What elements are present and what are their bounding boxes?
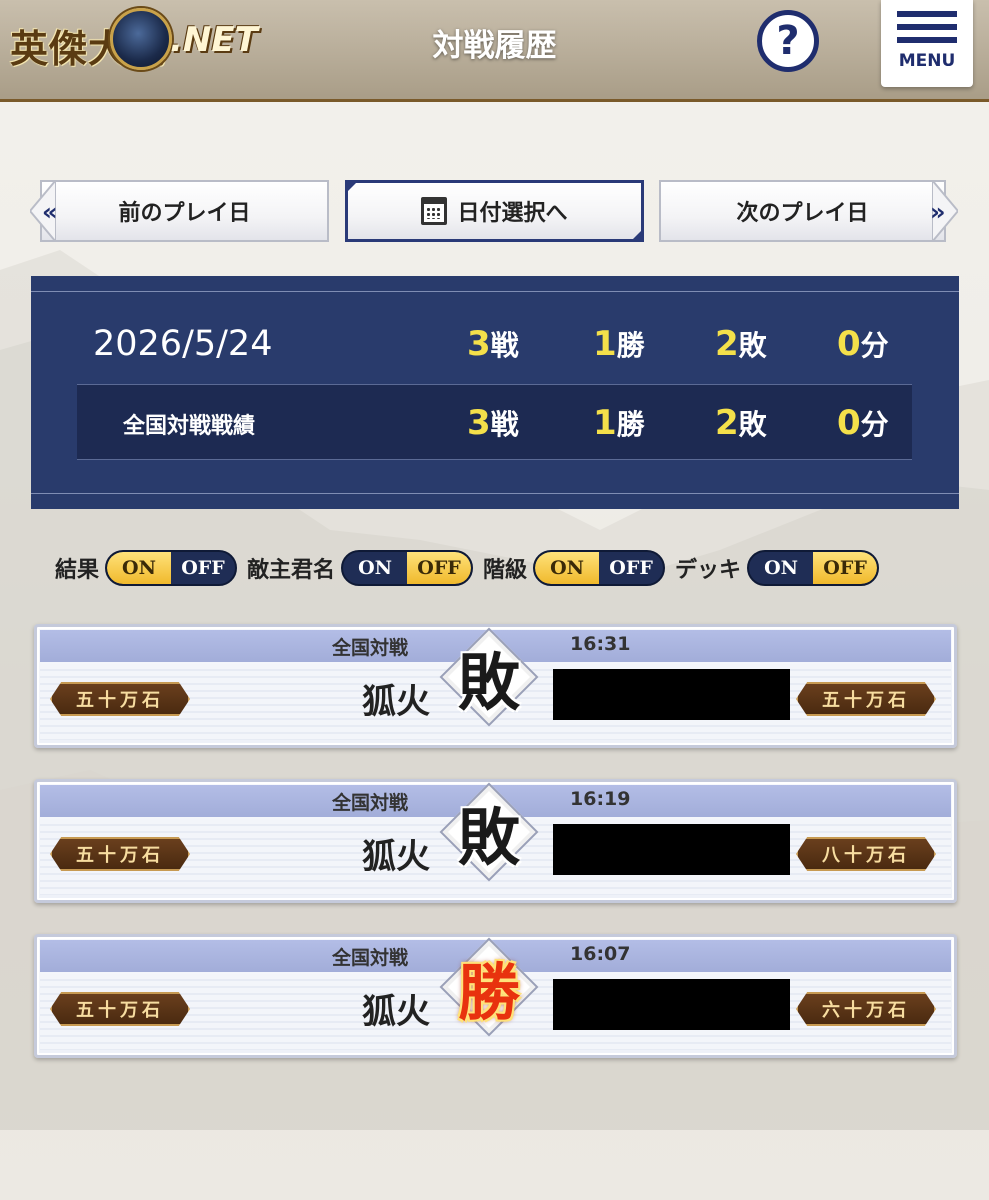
daily-battles-count: 3 <box>467 324 491 364</box>
record-date: 2026/5/24 <box>93 324 273 364</box>
svg-text:«: « <box>42 198 56 226</box>
daily-battles: 3戦 <box>467 324 519 364</box>
toggle-rank-label: 階級 <box>483 558 528 583</box>
battle-mode: 全国対戦 <box>332 792 409 814</box>
daily-battles-unit: 戦 <box>490 329 519 362</box>
toggle-result-off[interactable]: OFF <box>171 552 235 584</box>
opponent-rank-badge: 八十万石 <box>796 837 936 871</box>
toggle-deck-label: デッキ <box>675 558 742 583</box>
battle-card[interactable]: 全国対戦 16:07 五十万石 狐火 勝 六十万石 <box>34 934 957 1058</box>
date-select-label: 日付選択へ <box>457 201 568 226</box>
svg-text:»: » <box>932 198 946 226</box>
opponent-name-redacted <box>553 669 790 720</box>
daily-record-row: 2026/5/24 3戦 1勝 2敗 0分 <box>77 306 912 382</box>
my-rank-badge: 五十万石 <box>50 682 190 716</box>
daily-wins-count: 1 <box>593 324 617 364</box>
menu-button[interactable]: MENU <box>881 0 973 87</box>
battle-time: 16:07 <box>570 943 631 965</box>
daily-losses-unit: 敗 <box>738 329 767 362</box>
hamburger-icon-bar <box>897 24 957 30</box>
corner-ornament-icon <box>345 180 359 194</box>
toggle-enemy-name-label: 敵主君名 <box>247 558 336 583</box>
chevron-right-icon[interactable]: » <box>932 180 958 242</box>
toggle-rank-off[interactable]: OFF <box>599 552 663 584</box>
result-lose-icon: 敗 <box>457 646 520 719</box>
header-bar: 英傑大戦 .NET 対戦履歴 ? MENU <box>0 0 989 102</box>
toggle-deck-off[interactable]: OFF <box>813 552 878 584</box>
result-lose-icon: 敗 <box>457 801 520 874</box>
my-rank-badge: 五十万石 <box>50 837 190 871</box>
record-panel: 2026/5/24 3戦 1勝 2敗 0分 全国対戦戦績 3戦 1勝 2敗 0分 <box>31 276 959 509</box>
daily-draws: 0分 <box>837 324 889 364</box>
national-battles-unit: 戦 <box>490 408 519 441</box>
toggle-result-on[interactable]: ON <box>107 552 172 584</box>
toggle-enemy-name-on[interactable]: ON <box>343 552 407 584</box>
hamburger-icon <box>897 11 957 17</box>
battle-card[interactable]: 全国対戦 16:19 五十万石 狐火 敗 八十万石 <box>34 779 957 903</box>
battle-time: 16:31 <box>570 633 631 655</box>
help-glyph: ? <box>776 18 800 64</box>
help-icon[interactable]: ? <box>757 10 819 72</box>
national-draws: 0分 <box>837 403 889 443</box>
page-title: 対戦履歴 <box>432 28 557 64</box>
toggle-deck-on[interactable]: ON <box>749 552 813 584</box>
national-wins-unit: 勝 <box>616 408 645 441</box>
toggle-result[interactable]: ON OFF <box>105 550 238 586</box>
daily-draws-count: 0 <box>837 324 861 364</box>
toggle-deck[interactable]: ON OFF <box>747 550 880 586</box>
opponent-rank-badge: 六十万石 <box>796 992 936 1026</box>
daily-draws-unit: 分 <box>860 329 889 362</box>
toggle-enemy-name-off[interactable]: OFF <box>407 552 472 584</box>
national-record-row: 全国対戦戦績 3戦 1勝 2敗 0分 <box>77 384 912 460</box>
battle-mode: 全国対戦 <box>332 637 409 659</box>
opponent-name-redacted <box>553 824 790 875</box>
display-toggles: 結果 ON OFF 敵主君名 ON OFF 階級 ON OFF デッキ ON O… <box>55 548 889 588</box>
opponent-rank-badge: 五十万石 <box>796 682 936 716</box>
national-battles-count: 3 <box>467 403 491 443</box>
daily-losses-count: 2 <box>715 324 739 364</box>
calendar-icon <box>421 197 448 225</box>
national-losses-count: 2 <box>715 403 739 443</box>
result-win-icon: 勝 <box>457 956 520 1029</box>
national-draws-unit: 分 <box>860 408 889 441</box>
national-draws-count: 0 <box>837 403 861 443</box>
national-wins: 1勝 <box>593 403 645 443</box>
divider <box>31 291 959 292</box>
opponent-name-redacted <box>553 979 790 1030</box>
player-name: 狐火 <box>362 837 430 877</box>
corner-ornament-icon <box>630 228 644 242</box>
battle-mode: 全国対戦 <box>332 947 409 969</box>
battle-time: 16:19 <box>570 788 631 810</box>
national-losses-unit: 敗 <box>738 408 767 441</box>
national-losses: 2敗 <box>715 403 767 443</box>
hamburger-icon-bar <box>897 37 957 43</box>
my-rank-badge: 五十万石 <box>50 992 190 1026</box>
next-play-day-label: 次のプレイ日 <box>736 201 869 226</box>
toggle-rank-on[interactable]: ON <box>535 552 600 584</box>
prev-play-day-button[interactable]: 前のプレイ日 <box>40 180 329 242</box>
divider <box>31 493 959 494</box>
national-wins-count: 1 <box>593 403 617 443</box>
national-record-label: 全国対戦戦績 <box>123 414 256 439</box>
battle-card[interactable]: 全国対戦 16:31 五十万石 狐火 敗 五十万石 <box>34 624 957 748</box>
prev-play-day-label: 前のプレイ日 <box>118 201 251 226</box>
chevron-left-icon[interactable]: « <box>30 180 56 242</box>
next-play-day-button[interactable]: 次のプレイ日 <box>659 180 946 242</box>
national-battles: 3戦 <box>467 403 519 443</box>
date-select-button[interactable]: 日付選択へ <box>345 180 644 242</box>
toggle-rank[interactable]: ON OFF <box>533 550 666 586</box>
player-name: 狐火 <box>362 682 430 722</box>
player-name: 狐火 <box>362 992 430 1032</box>
daily-wins: 1勝 <box>593 324 645 364</box>
menu-label: MENU <box>898 51 956 71</box>
toggle-enemy-name[interactable]: ON OFF <box>341 550 474 586</box>
toggle-result-label: 結果 <box>55 558 100 583</box>
daily-wins-unit: 勝 <box>616 329 645 362</box>
daily-losses: 2敗 <box>715 324 767 364</box>
